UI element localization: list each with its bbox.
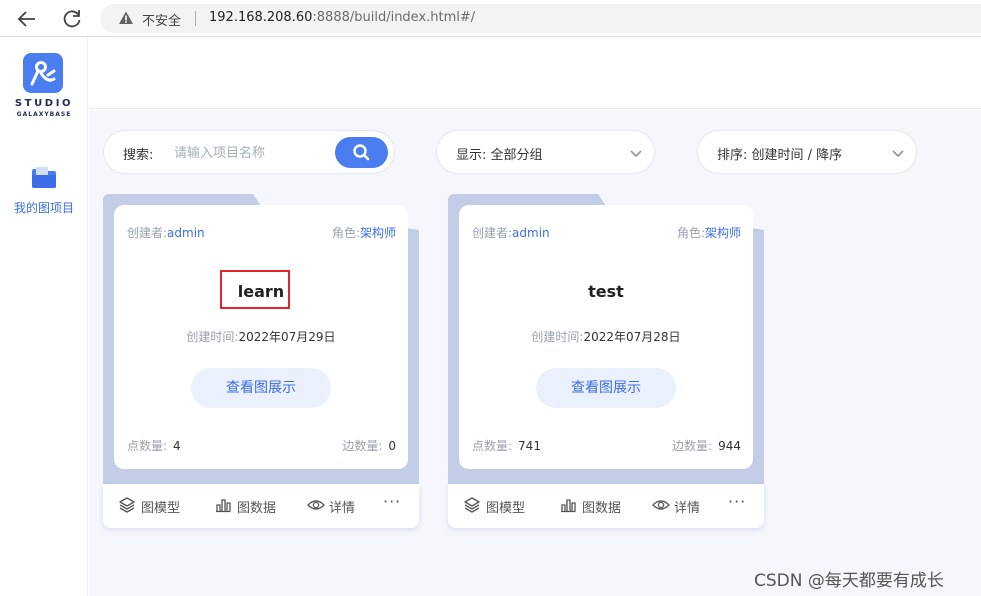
layers-icon <box>464 497 480 513</box>
card-creator: 创建者:admin <box>472 224 550 241</box>
more-menu-button[interactable]: ··· <box>728 492 746 511</box>
chevron-down-icon <box>630 150 642 158</box>
creator-label: 创建者: <box>472 226 513 240</box>
node-count-value: 741 <box>518 439 541 453</box>
details-label: 详情 <box>329 501 356 516</box>
view-graph-button[interactable]: 查看图展示 <box>536 368 676 408</box>
card-creator: 创建者:admin <box>127 224 205 241</box>
sidebar-item-my-projects[interactable]: 我的图项目 <box>0 163 88 223</box>
role-label: 角色: <box>331 226 360 240</box>
top-header <box>89 37 981 109</box>
card-actions: 图模型 图数据 详情 ··· <box>448 484 764 528</box>
card-body[interactable]: 创建者:admin 角色:架构师 learn 创建时间:2022年07月29日 … <box>114 205 408 469</box>
edge-count-value: 944 <box>718 439 741 453</box>
search-input[interactable] <box>174 141 334 165</box>
url-host: 192.168.208.60 <box>209 10 313 25</box>
url-divider <box>195 11 196 26</box>
card-actions: 图模型 图数据 详情 ··· <box>103 484 419 528</box>
project-card: 创建者:admin 角色:架构师 learn 创建时间:2022年07月29日 … <box>103 194 419 528</box>
edge-count-label: 边数量: <box>672 439 713 453</box>
more-menu-button[interactable]: ··· <box>383 492 401 511</box>
card-role: 角色:架构师 <box>332 224 396 241</box>
edge-count-value: 0 <box>388 439 396 453</box>
group-filter-select[interactable]: 显示: 全部分组 <box>436 130 655 174</box>
search-bar: 搜索: <box>103 130 395 174</box>
graph-model-label: 图模型 <box>141 501 181 516</box>
url-text[interactable]: 192.168.208.60:8888/build/index.html#/ <box>209 10 475 25</box>
edge-count-label: 边数量: <box>342 439 383 453</box>
node-count-label: 点数量: <box>127 439 168 453</box>
created-time: 创建时间:2022年07月28日 <box>459 328 753 345</box>
sidebar: STUDIO GALAXYBASE 我的图项目 <box>0 37 88 596</box>
creator-value: admin <box>167 226 205 240</box>
studio-logo-icon[interactable] <box>23 53 63 93</box>
project-list-area: 搜索: 显示: 全部分组 排序: 创建时间 / 降序 创建者:admin 角色:… <box>89 110 981 596</box>
bar-chart-icon <box>216 499 231 513</box>
group-filter-label: 显示: 全部分组 <box>456 148 543 163</box>
bar-chart-icon <box>561 499 576 513</box>
role-label: 角色: <box>676 226 705 240</box>
sort-select[interactable]: 排序: 创建时间 / 降序 <box>697 130 917 174</box>
search-label: 搜索: <box>123 148 154 163</box>
address-bar[interactable]: 不安全 192.168.208.60:8888/build/index.html… <box>100 4 981 33</box>
folder-icon <box>32 167 56 188</box>
graph-data-label: 图数据 <box>582 501 622 516</box>
card-role: 角色:架构师 <box>677 224 741 241</box>
creator-value: admin <box>512 226 550 240</box>
chevron-down-icon <box>892 150 904 158</box>
created-label: 创建时间: <box>531 330 584 344</box>
details-label: 详情 <box>674 501 701 516</box>
created-time: 创建时间:2022年07月29日 <box>114 328 408 345</box>
creator-label: 创建者: <box>127 226 168 240</box>
search-icon <box>353 144 370 161</box>
logo-subtext: GALAXYBASE <box>16 111 72 118</box>
node-count: 点数量: 4 <box>127 437 181 454</box>
node-count-value: 4 <box>173 439 181 453</box>
node-count: 点数量: 741 <box>472 437 541 454</box>
logo-text: STUDIO <box>14 98 74 109</box>
watermark-text: CSDN @每天都要有成长 <box>754 571 944 591</box>
reload-icon[interactable] <box>60 7 84 31</box>
edge-count: 边数量: 0 <box>342 437 396 454</box>
back-arrow-icon[interactable] <box>15 7 39 31</box>
graph-model-label: 图模型 <box>486 501 526 516</box>
project-card: 创建者:admin 角色:架构师 test 创建时间:2022年07月28日 查… <box>448 194 764 528</box>
url-path: :8888/build/index.html#/ <box>312 10 476 25</box>
created-label: 创建时间: <box>186 330 239 344</box>
created-value: 2022年07月28日 <box>583 330 681 344</box>
project-name[interactable]: test <box>459 282 753 301</box>
layers-icon <box>119 497 135 513</box>
graph-data-label: 图数据 <box>237 501 277 516</box>
card-body[interactable]: 创建者:admin 角色:架构师 test 创建时间:2022年07月28日 查… <box>459 205 753 469</box>
security-label[interactable]: 不安全 <box>142 10 181 29</box>
annotation-highlight-box <box>220 270 290 309</box>
view-graph-button[interactable]: 查看图展示 <box>191 368 331 408</box>
node-count-label: 点数量: <box>472 439 513 453</box>
eye-icon <box>652 500 670 510</box>
created-value: 2022年07月29日 <box>238 330 336 344</box>
role-value: 架构师 <box>359 226 396 240</box>
eye-icon <box>307 500 325 510</box>
sidebar-item-label: 我的图项目 <box>13 201 74 215</box>
browser-toolbar: 不安全 192.168.208.60:8888/build/index.html… <box>0 0 981 37</box>
sort-label: 排序: 创建时间 / 降序 <box>717 148 843 163</box>
role-value: 架构师 <box>704 226 741 240</box>
edge-count: 边数量: 944 <box>672 437 741 454</box>
search-button[interactable] <box>335 137 388 168</box>
warning-icon[interactable] <box>118 10 134 26</box>
